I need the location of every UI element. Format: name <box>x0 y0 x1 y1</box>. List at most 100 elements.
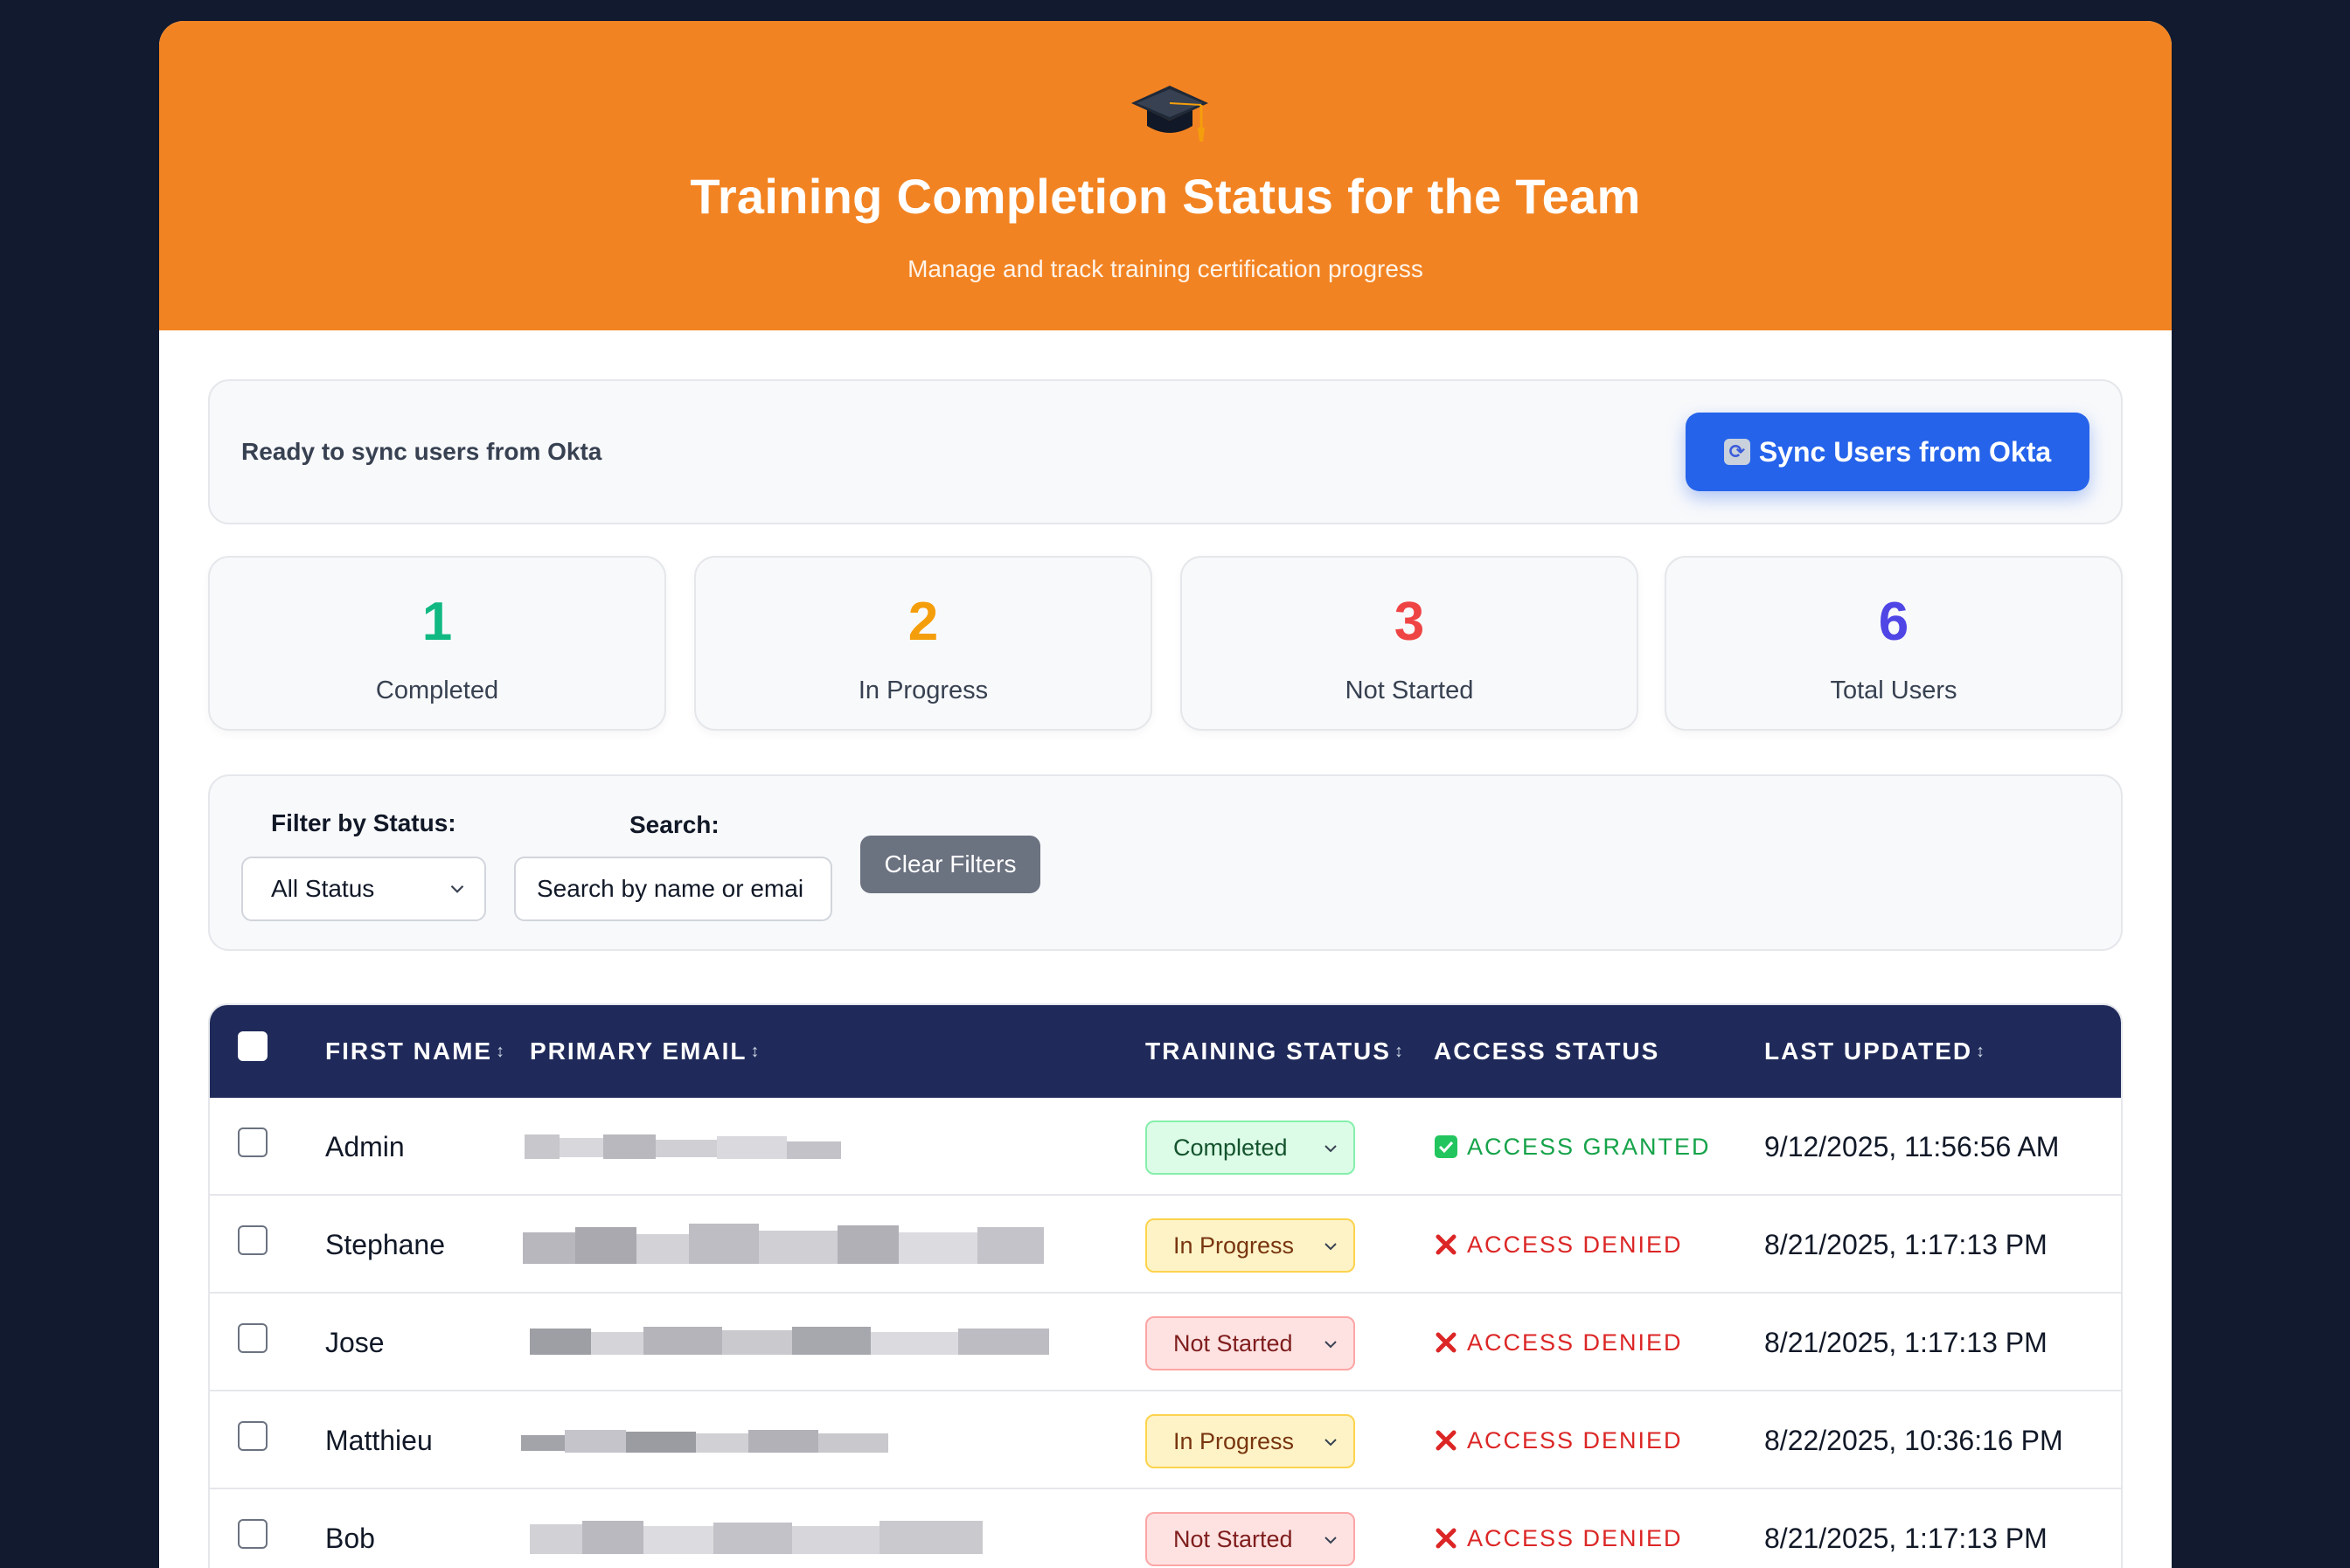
search-input[interactable] <box>514 857 832 921</box>
redacted-email <box>530 1521 983 1554</box>
row-checkbox[interactable] <box>238 1323 268 1353</box>
chevron-down-icon <box>1324 1439 1337 1447</box>
access-status: ACCESS DENIED <box>1434 1294 1683 1391</box>
training-status-value: Completed <box>1173 1134 1288 1161</box>
access-status: ACCESS DENIED <box>1434 1391 1683 1489</box>
stat-card-in-progress: 2 In Progress <box>694 556 1152 731</box>
column-label: TRAINING STATUS <box>1145 1037 1391 1065</box>
cross-icon <box>1436 1332 1457 1353</box>
chevron-down-icon <box>1324 1243 1337 1251</box>
status-filter-label: Filter by Status: <box>271 809 456 836</box>
column-label: PRIMARY EMAIL <box>530 1037 747 1065</box>
stat-card-completed: 1 Completed <box>208 556 666 731</box>
redacted-email <box>525 1134 841 1159</box>
sync-panel: Ready to sync users from Okta ⟳ Sync Use… <box>208 379 2123 524</box>
row-checkbox[interactable] <box>238 1519 268 1549</box>
access-status: ACCESS DENIED <box>1434 1196 1683 1294</box>
page-title: Training Completion Status for the Team <box>690 169 1641 224</box>
access-status: ACCESS GRANTED <box>1434 1098 1711 1196</box>
row-checkbox[interactable] <box>238 1127 268 1157</box>
access-status-label: ACCESS GRANTED <box>1467 1133 1711 1160</box>
training-status-value: Not Started <box>1173 1329 1293 1356</box>
column-header-first-name[interactable]: FIRST NAME ↕ <box>325 1005 504 1098</box>
first-name-cell: Stephane <box>325 1228 446 1260</box>
training-status-select[interactable]: Completed <box>1145 1120 1355 1175</box>
check-icon <box>1435 1135 1457 1158</box>
training-status-value: In Progress <box>1173 1232 1295 1259</box>
sync-button-label: Sync Users from Okta <box>1758 435 2052 468</box>
table-header: FIRST NAME ↕ PRIMARY EMAIL ↕ TRAINING STAT… <box>210 1005 2121 1098</box>
status-filter-select[interactable]: All Status <box>241 857 486 921</box>
access-status-label: ACCESS DENIED <box>1467 1329 1683 1356</box>
stat-value: 1 <box>421 592 453 652</box>
first-name-cell: Matthieu <box>325 1424 433 1456</box>
page-subtitle: Manage and track training certification … <box>907 255 1423 282</box>
graduation-cap-icon <box>1131 86 1208 142</box>
stat-label: Total Users <box>1830 676 1957 704</box>
table-row[interactable]: Admin Completed ACCESS GRANTED 9/12/2025… <box>210 1098 2121 1196</box>
sort-icon: ↕ <box>1394 1041 1403 1061</box>
column-header-access-status: ACCESS STATUS <box>1434 1005 1659 1098</box>
stat-value: 2 <box>907 592 939 652</box>
training-status-value: Not Started <box>1173 1525 1293 1552</box>
search-label: Search: <box>629 811 720 838</box>
last-updated-cell: 9/12/2025, 11:56:56 AM <box>1764 1130 2060 1162</box>
first-name-cell: Bob <box>325 1522 375 1554</box>
redacted-email <box>521 1430 888 1453</box>
cross-icon <box>1436 1430 1457 1451</box>
clear-filters-button[interactable]: Clear Filters <box>860 836 1040 893</box>
cross-icon <box>1436 1528 1457 1549</box>
training-status-select[interactable]: In Progress <box>1145 1218 1355 1273</box>
first-name-cell: Jose <box>325 1326 385 1358</box>
column-header-training-status[interactable]: TRAINING STATUS ↕ <box>1145 1005 1403 1098</box>
access-status: ACCESS DENIED <box>1434 1489 1683 1568</box>
page-header: Training Completion Status for the Team … <box>159 21 2172 330</box>
table-row[interactable]: Stephane In Progress ACCESS DENIED 8/21/… <box>210 1196 2121 1294</box>
cross-icon <box>1436 1234 1457 1255</box>
column-label: FIRST NAME <box>325 1037 493 1065</box>
first-name-cell: Admin <box>325 1130 405 1162</box>
training-status-select[interactable]: In Progress <box>1145 1414 1355 1468</box>
column-label: LAST UPDATED <box>1764 1037 1973 1065</box>
access-status-label: ACCESS DENIED <box>1467 1231 1683 1258</box>
sync-status-text: Ready to sync users from Okta <box>241 438 602 465</box>
column-header-email[interactable]: PRIMARY EMAIL ↕ <box>530 1005 759 1098</box>
chevron-down-icon <box>1324 1341 1337 1349</box>
sort-icon: ↕ <box>1976 1041 1985 1061</box>
table-row[interactable]: Bob Not Started ACCESS DENIED 8/21/2025,… <box>210 1489 2121 1568</box>
status-filter-value: All Status <box>271 875 375 902</box>
access-status-label: ACCESS DENIED <box>1467 1524 1683 1551</box>
access-status-label: ACCESS DENIED <box>1467 1426 1683 1454</box>
last-updated-cell: 8/21/2025, 1:17:13 PM <box>1764 1522 2048 1554</box>
redacted-email <box>523 1224 1044 1264</box>
table-row[interactable]: Jose Not Started ACCESS DENIED 8/21/2025… <box>210 1294 2121 1391</box>
training-status-select[interactable]: Not Started <box>1145 1316 1355 1370</box>
last-updated-cell: 8/21/2025, 1:17:13 PM <box>1764 1326 2048 1358</box>
training-status-value: In Progress <box>1173 1427 1295 1454</box>
refresh-icon: ⟳ <box>1723 439 1750 465</box>
column-header-last-updated[interactable]: LAST UPDATED ↕ <box>1764 1005 1985 1098</box>
table-row[interactable]: Matthieu In Progress ACCESS DENIED 8/22/… <box>210 1391 2121 1489</box>
last-updated-cell: 8/21/2025, 1:17:13 PM <box>1764 1228 2048 1260</box>
sort-icon: ↕ <box>496 1041 505 1061</box>
chevron-down-icon <box>450 885 464 893</box>
chevron-down-icon <box>1324 1145 1337 1153</box>
stat-card-total-users: 6 Total Users <box>1665 556 2123 731</box>
stat-label: Completed <box>375 676 499 704</box>
users-table: FIRST NAME ↕ PRIMARY EMAIL ↕ TRAINING STAT… <box>208 1003 2123 1568</box>
column-label: ACCESS STATUS <box>1434 1037 1660 1065</box>
stat-label: In Progress <box>858 676 989 704</box>
stat-label: Not Started <box>1345 676 1474 704</box>
redacted-email <box>530 1327 1049 1355</box>
stat-card-not-started: 3 Not Started <box>1180 556 1638 731</box>
main-card: Training Completion Status for the Team … <box>159 21 2172 1568</box>
last-updated-cell: 8/22/2025, 10:36:16 PM <box>1764 1424 2063 1456</box>
stat-value: 6 <box>1878 592 1909 652</box>
filter-panel: Filter by Status: Search: All Status Cle… <box>208 774 2123 951</box>
stat-value: 3 <box>1394 592 1425 652</box>
row-checkbox[interactable] <box>238 1225 268 1255</box>
training-status-select[interactable]: Not Started <box>1145 1512 1355 1566</box>
select-all-checkbox[interactable] <box>238 1031 268 1061</box>
sync-users-button[interactable]: ⟳ Sync Users from Okta <box>1686 413 2089 491</box>
row-checkbox[interactable] <box>238 1421 268 1451</box>
